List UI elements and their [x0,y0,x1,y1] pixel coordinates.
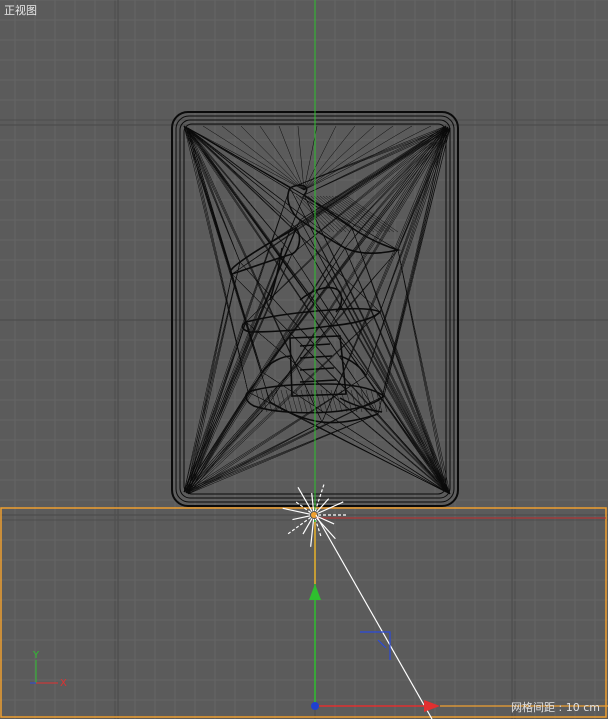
front-viewport[interactable]: Y X 正视图 网格间距 : 10 cm [0,0,608,719]
axis-indicator: Y X [30,650,67,689]
mesh-edge [351,125,447,229]
mesh-edge [365,127,451,377]
grid-spacing-readout: 网格间距 : 10 cm [511,701,600,714]
mesh-edge [285,389,293,413]
mesh-edge [187,227,297,495]
light-ray [302,518,313,535]
mesh-edge [275,389,283,413]
mesh-edge [187,413,379,495]
mesh-edge [295,389,303,413]
viewport-canvas[interactable]: Y X [0,0,608,719]
object-origin[interactable] [311,702,319,710]
mesh-edge [365,125,447,377]
mesh-edge [377,127,451,415]
mesh-edge [321,421,451,495]
x-axis-arrow[interactable] [424,700,440,712]
mesh-edge [379,125,447,313]
mesh-edge [183,261,241,493]
mesh-edge [329,127,451,327]
light-ray [310,518,315,547]
mesh-edge [183,311,381,493]
view-name-label[interactable]: 正视图 [4,4,37,17]
axis-y-label: Y [32,650,40,661]
mesh-edge [310,389,318,413]
mesh-edge [320,389,328,413]
mesh-edge [270,389,278,413]
mesh-edge [185,247,346,494]
mesh-edge [337,195,387,233]
mesh-edge [344,126,449,249]
mesh-edge [187,127,297,229]
y-axis-arrow[interactable] [309,584,321,600]
axis-x-label: X [60,678,67,689]
mesh-edge [344,247,451,495]
mesh-edge [187,127,293,255]
mesh-edge [303,126,449,196]
mesh-edge [295,227,451,495]
